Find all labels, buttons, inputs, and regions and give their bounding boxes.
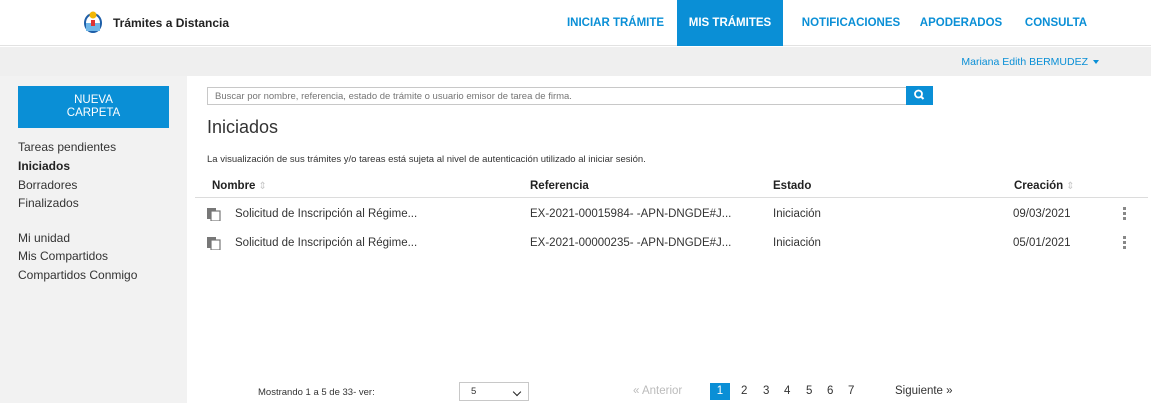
row-referencia: EX-2021-00015984- -APN-DNGDE#J... bbox=[530, 208, 732, 220]
row-nombre[interactable]: Solicitud de Inscripción al Régime... bbox=[235, 208, 417, 220]
auth-notice: La visualización de sus trámites y/o tar… bbox=[207, 154, 646, 165]
row-nombre[interactable]: Solicitud de Inscripción al Régime... bbox=[235, 237, 417, 249]
nav-iniciar-tramite[interactable]: INICIAR TRÁMITE bbox=[557, 0, 674, 46]
column-header-nombre-label: Nombre bbox=[212, 180, 256, 192]
pagination-page-5[interactable]: 5 bbox=[806, 385, 812, 397]
pagination-next[interactable]: Siguiente » bbox=[895, 385, 953, 397]
sidebar-item-mi-unidad[interactable]: Mi unidad bbox=[18, 231, 70, 245]
row-creacion: 05/01/2021 bbox=[1013, 237, 1071, 249]
sidebar-item-compartidos-conmigo[interactable]: Compartidos Conmigo bbox=[18, 268, 137, 282]
sort-icon: ⇕ bbox=[258, 181, 267, 192]
new-folder-button[interactable]: NUEVA CARPETA bbox=[18, 86, 169, 128]
column-header-nombre[interactable]: Nombre ⇕ bbox=[212, 180, 267, 192]
row-creacion: 09/03/2021 bbox=[1013, 208, 1071, 220]
pagination-prev[interactable]: « Anterior bbox=[633, 385, 682, 397]
sidebar: NUEVA CARPETA Tareas pendientes Iniciado… bbox=[0, 76, 187, 403]
caret-down-icon bbox=[1093, 60, 1099, 65]
page-title: Iniciados bbox=[207, 117, 279, 137]
pagination-page-1[interactable]: 1 bbox=[710, 383, 730, 400]
search-button[interactable] bbox=[906, 86, 933, 105]
pagination-page-7[interactable]: 7 bbox=[848, 385, 854, 397]
table-row[interactable]: Solicitud de Inscripción al Régime... EX… bbox=[195, 229, 1148, 259]
table-row[interactable]: Solicitud de Inscripción al Régime... EX… bbox=[195, 200, 1148, 230]
user-bar: Mariana Edith BERMUDEZ bbox=[0, 47, 1151, 76]
row-estado: Iniciación bbox=[773, 208, 821, 220]
user-name: Mariana Edith BERMUDEZ bbox=[961, 56, 1088, 68]
argentina-coat-of-arms-logo bbox=[84, 11, 102, 33]
row-actions-menu-icon[interactable] bbox=[1123, 236, 1127, 250]
sidebar-item-iniciados[interactable]: Iniciados bbox=[18, 159, 70, 173]
nav-notificaciones[interactable]: NOTIFICACIONES bbox=[794, 0, 908, 46]
new-folder-label-line2: CARPETA bbox=[66, 107, 121, 119]
row-referencia: EX-2021-00000235- -APN-DNGDE#J... bbox=[530, 237, 732, 249]
user-menu[interactable]: Mariana Edith BERMUDEZ bbox=[961, 56, 1099, 68]
table-header-divider bbox=[195, 197, 1148, 198]
nav-mis-tramites[interactable]: MIS TRÁMITES bbox=[677, 0, 783, 46]
pagination-page-6[interactable]: 6 bbox=[827, 385, 833, 397]
nav-consulta[interactable]: CONSULTA bbox=[1015, 0, 1097, 46]
pagination-page-4[interactable]: 4 bbox=[784, 385, 790, 397]
page-size-select[interactable]: 5 bbox=[459, 382, 529, 401]
column-header-creacion-label: Creación bbox=[1014, 180, 1064, 192]
sidebar-item-mis-compartidos[interactable]: Mis Compartidos bbox=[18, 249, 108, 263]
search-icon bbox=[914, 89, 925, 100]
sort-icon: ⇕ bbox=[1066, 181, 1075, 192]
file-stack-icon bbox=[207, 208, 221, 221]
page-size-value: 5 bbox=[471, 386, 477, 397]
search-input[interactable] bbox=[207, 87, 908, 105]
sidebar-item-finalizados[interactable]: Finalizados bbox=[18, 196, 79, 210]
nav-apoderados[interactable]: APODERADOS bbox=[911, 0, 1011, 46]
column-header-creacion[interactable]: Creación ⇕ bbox=[1014, 180, 1075, 192]
row-actions-menu-icon[interactable] bbox=[1123, 207, 1127, 221]
results-count: Mostrando 1 a 5 de 33- ver: bbox=[258, 387, 375, 398]
column-header-estado: Estado bbox=[773, 180, 812, 192]
chevron-down-icon bbox=[512, 387, 522, 397]
column-header-referencia: Referencia bbox=[530, 180, 589, 192]
top-navbar: Trámites a Distancia INICIAR TRÁMITE MIS… bbox=[0, 0, 1151, 46]
pagination-page-2[interactable]: 2 bbox=[741, 385, 747, 397]
sidebar-item-borradores[interactable]: Borradores bbox=[18, 178, 77, 192]
new-folder-label-line1: NUEVA bbox=[74, 94, 113, 106]
sidebar-item-tareas-pendientes[interactable]: Tareas pendientes bbox=[18, 140, 116, 154]
row-estado: Iniciación bbox=[773, 237, 821, 249]
pagination-page-3[interactable]: 3 bbox=[763, 385, 769, 397]
file-stack-icon bbox=[207, 237, 221, 250]
app-title: Trámites a Distancia bbox=[113, 16, 230, 30]
